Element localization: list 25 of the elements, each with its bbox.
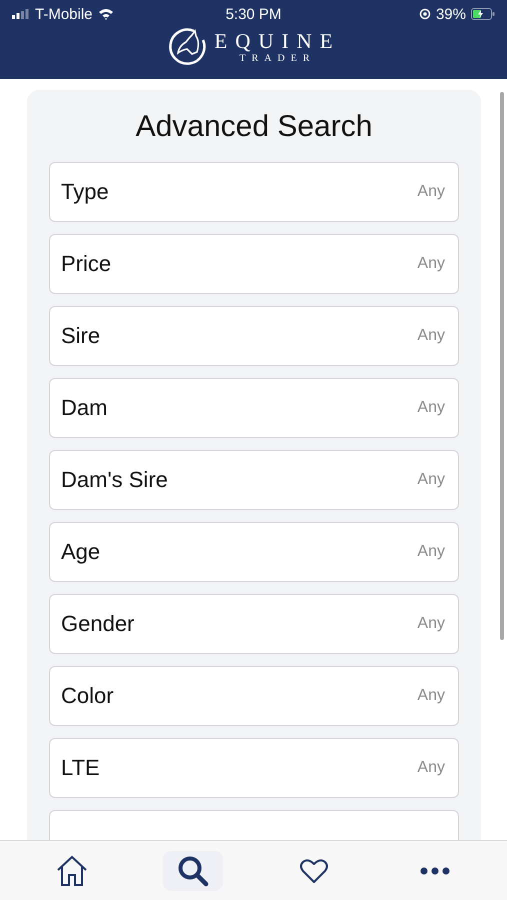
filter-row[interactable]: Gender Any: [49, 594, 459, 654]
search-tab[interactable]: [163, 850, 224, 890]
filter-row[interactable]: Age Any: [49, 522, 459, 582]
search-icon: [177, 854, 210, 886]
filter-row[interactable]: Dam Any: [49, 378, 459, 438]
heart-icon: [298, 856, 329, 884]
page-title: Advanced Search: [134, 109, 374, 145]
wifi-icon: [98, 8, 114, 20]
logo-subtitle: TRADER: [240, 53, 316, 65]
filter-row[interactable]: Color Any: [49, 666, 459, 726]
status-time: 5:30 PM: [226, 6, 282, 22]
carrier-name: T-Mobile: [35, 6, 93, 22]
rotation-lock-icon: [418, 8, 431, 20]
logo-title: EQUINE: [214, 29, 341, 53]
battery-percent: 39%: [436, 6, 466, 22]
horse-head-logo-icon: [166, 26, 208, 68]
filter-row[interactable]: Sire Any: [49, 306, 459, 366]
home-icon: [55, 854, 90, 886]
filter-row[interactable]: Dam's Sire Any: [49, 450, 459, 510]
filter-row[interactable]: Type Any: [49, 162, 459, 222]
signal-icon: [12, 9, 30, 19]
filter-row[interactable]: LTE Any: [49, 738, 459, 798]
more-icon: [418, 866, 451, 876]
battery-icon: [471, 8, 495, 20]
filter-row[interactable]: Price Any: [49, 234, 459, 294]
